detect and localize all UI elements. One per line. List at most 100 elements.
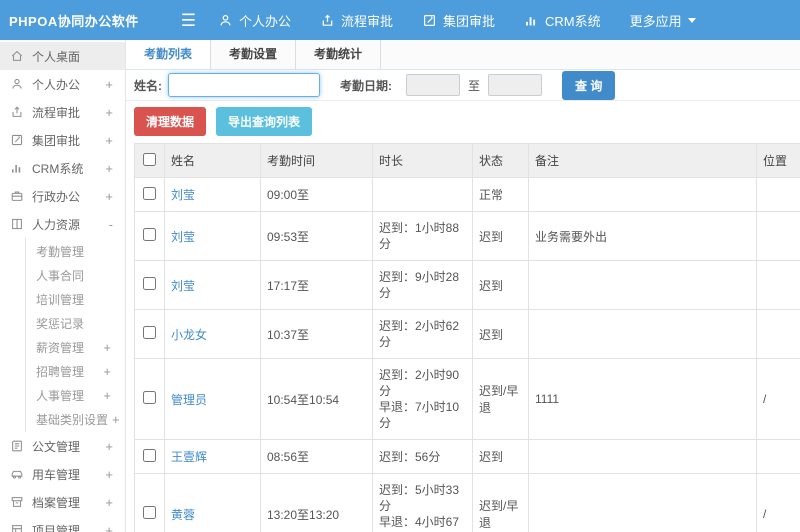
sidebar-subitem-base-category[interactable]: 基础类别设置 +: [26, 407, 125, 431]
action-buttons: 清理数据 导出查询列表: [126, 101, 800, 143]
table-row: 小龙女 10:37至 迟到：2小时62分 迟到: [134, 309, 800, 359]
col-header-note: 备注: [528, 143, 757, 178]
row-checkbox[interactable]: [143, 228, 156, 241]
sidebar-item-admin-office[interactable]: 行政办公 +: [0, 182, 125, 210]
tab-attendance-settings[interactable]: 考勤设置: [211, 40, 297, 69]
row-checkbox[interactable]: [143, 391, 156, 404]
sidebar-subitem-training-mgmt[interactable]: 培训管理: [26, 287, 125, 311]
expand-plus-icon[interactable]: +: [105, 467, 113, 482]
row-checkbox[interactable]: [143, 186, 156, 200]
location-cell: [756, 211, 800, 261]
nav-item-more-apps[interactable]: 更多应用: [630, 11, 696, 30]
tab-attendance-list[interactable]: 考勤列表: [126, 40, 212, 69]
row-checkbox[interactable]: [143, 277, 156, 290]
expand-plus-icon[interactable]: +: [105, 495, 113, 510]
expand-plus-icon[interactable]: +: [105, 189, 113, 204]
table-header-row: 姓名 考勤时间 时长 状态 备注 位置: [134, 143, 800, 178]
select-all-checkbox[interactable]: [143, 152, 156, 166]
sidebar-item-personal-desktop[interactable]: 个人桌面: [0, 42, 125, 70]
sidebar-subitem-hr-contract[interactable]: 人事合同: [26, 263, 125, 287]
expand-plus-icon[interactable]: +: [103, 364, 111, 379]
sidebar-item-group-approval[interactable]: 集团审批 +: [0, 126, 125, 154]
sidebar-item-project-mgmt[interactable]: 项目管理 +: [0, 516, 125, 532]
expand-plus-icon[interactable]: +: [105, 523, 113, 532]
clean-data-button[interactable]: 清理数据: [134, 107, 207, 136]
date-to-input[interactable]: [488, 74, 543, 96]
expand-plus-icon[interactable]: +: [105, 439, 113, 454]
nav-item-personal-office[interactable]: 个人办公: [218, 11, 291, 30]
nav-item-label: 更多应用: [629, 13, 682, 29]
expand-plus-icon[interactable]: +: [105, 133, 113, 148]
attendance-time-cell: 10:54至10:54: [260, 358, 373, 440]
search-button[interactable]: 查 询: [562, 70, 616, 100]
collapse-minus-icon[interactable]: -: [109, 217, 113, 232]
col-header-status: 状态: [472, 143, 529, 178]
filter-bar: 姓名: 考勤日期: 至 查 询: [126, 70, 800, 101]
employee-name-link[interactable]: 王壹辉: [171, 450, 207, 464]
sidebar-subitem-attendance-mgmt[interactable]: 考勤管理: [26, 239, 125, 263]
location-cell: /: [756, 473, 800, 532]
table-row: 管理员 10:54至10:54 迟到：2小时90分 早退：7小时10分 迟到/早…: [134, 358, 800, 440]
status-cell: 迟到: [472, 211, 529, 261]
tab-attendance-statistics[interactable]: 考勤统计: [296, 40, 382, 69]
row-checkbox[interactable]: [143, 326, 156, 339]
status-cell: 迟到: [472, 439, 529, 474]
expand-plus-icon[interactable]: +: [112, 412, 120, 427]
caret-down-icon: [687, 17, 696, 23]
sidebar-item-workflow-approval[interactable]: 流程审批 +: [0, 98, 125, 126]
nav-item-group-approval[interactable]: 集团审批: [422, 11, 495, 30]
note-cell: 1111: [528, 358, 757, 440]
table-row: 黄蓉 13:20至13:20 迟到：5小时33分 早退：4小时67分 迟到/早退…: [134, 473, 800, 532]
date-from-input[interactable]: [406, 74, 460, 96]
nav-item-label: CRM系统: [545, 13, 601, 29]
hamburger-menu-icon[interactable]: ☰: [181, 12, 196, 29]
col-header-location: 位置: [756, 143, 800, 178]
app-logo[interactable]: PHPOA协同办公软件: [0, 11, 139, 30]
sidebar-subitem-reward-records[interactable]: 奖惩记录: [26, 311, 125, 335]
attendance-table: 姓名 考勤时间 时长 状态 备注 位置 刘莹 09:00至 正常 刘莹 09:5…: [134, 143, 800, 532]
attendance-time-cell: 13:20至13:20: [260, 473, 373, 532]
employee-name-link[interactable]: 刘莹: [171, 279, 195, 293]
employee-name-link[interactable]: 黄蓉: [171, 508, 195, 522]
row-checkbox[interactable]: [143, 506, 156, 519]
note-cell: [528, 439, 757, 474]
status-cell: 迟到/早退: [472, 473, 529, 532]
sidebar-item-vehicle-mgmt[interactable]: 用车管理 +: [0, 460, 125, 488]
employee-name-link[interactable]: 小龙女: [171, 328, 207, 342]
row-checkbox[interactable]: [143, 448, 156, 462]
note-cell: [528, 260, 757, 310]
note-cell: [528, 473, 757, 532]
expand-plus-icon[interactable]: +: [105, 105, 113, 120]
sidebar-item-document-mgmt[interactable]: 公文管理 +: [0, 432, 125, 460]
attendance-time-cell: 10:37至: [260, 309, 373, 359]
expand-plus-icon[interactable]: +: [103, 388, 111, 403]
tab-bar-filler: [381, 40, 800, 69]
sidebar-item-personal-office[interactable]: 个人办公 +: [0, 70, 125, 98]
duration-cell: 迟到：2小时90分 早退：7小时10分: [372, 358, 473, 440]
edit-square-icon: [422, 13, 437, 28]
employee-name-link[interactable]: 管理员: [171, 393, 207, 407]
employee-name-link[interactable]: 刘莹: [171, 188, 195, 202]
nav-item-crm-system[interactable]: CRM系统: [524, 11, 601, 30]
employee-name-link[interactable]: 刘莹: [171, 230, 195, 244]
sidebar-subitem-salary-mgmt[interactable]: 薪资管理 +: [26, 335, 125, 359]
sidebar-subitem-personnel-mgmt[interactable]: 人事管理 +: [26, 383, 125, 407]
sidebar-item-archive-mgmt[interactable]: 档案管理 +: [0, 488, 125, 516]
sidebar-item-human-resources[interactable]: 人力资源 -: [0, 210, 125, 238]
nav-item-workflow-approval[interactable]: 流程审批: [320, 11, 393, 30]
sidebar-subitem-recruit-mgmt[interactable]: 招聘管理 +: [26, 359, 125, 383]
nav-item-label: 个人办公: [238, 13, 291, 29]
duration-cell: [372, 177, 473, 212]
expand-plus-icon[interactable]: +: [105, 77, 113, 92]
export-list-button[interactable]: 导出查询列表: [216, 107, 313, 136]
expand-plus-icon[interactable]: +: [103, 340, 111, 355]
note-cell: [528, 177, 757, 212]
name-input[interactable]: [168, 73, 320, 97]
briefcase-icon: [10, 189, 24, 203]
location-cell: [756, 177, 800, 212]
sidebar-item-crm-system[interactable]: CRM系统 +: [0, 154, 125, 182]
expand-plus-icon[interactable]: +: [105, 161, 113, 176]
bar-chart-icon: [524, 13, 539, 28]
sidebar: 个人桌面 个人办公 + 流程审批 + 集团审批 + CRM系统 + 行政办公 +…: [0, 40, 126, 532]
nav-item-label: 集团审批: [443, 13, 496, 29]
